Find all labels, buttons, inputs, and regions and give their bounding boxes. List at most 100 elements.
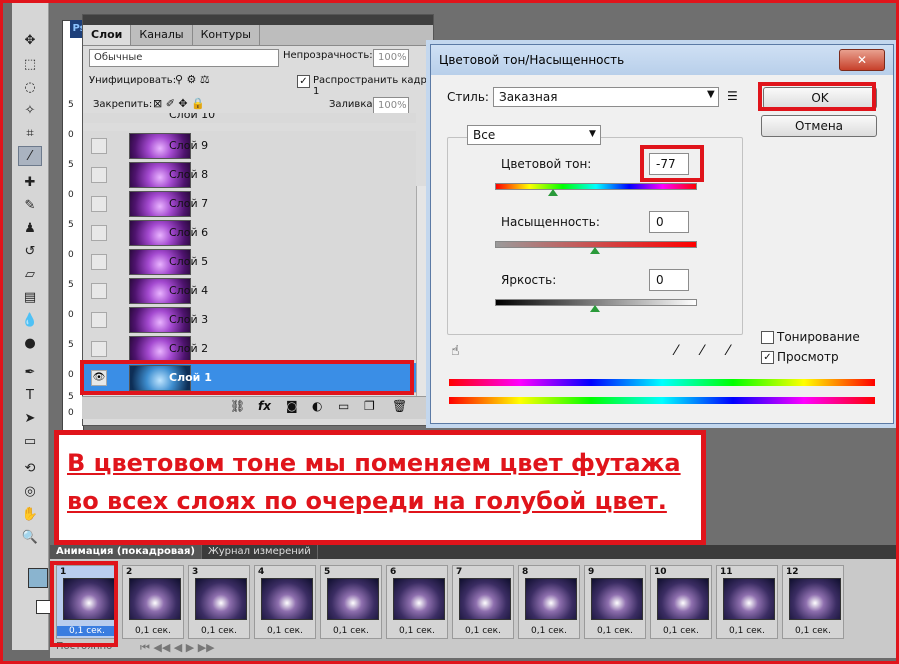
style-select[interactable]: Заказная <box>493 87 719 107</box>
preview-checkbox[interactable]: ✓ <box>761 351 774 364</box>
layer-row[interactable]: Слой 8 <box>83 160 416 190</box>
visibility-toggle[interactable] <box>91 138 107 154</box>
frame-duration[interactable]: 0,1 сек. <box>255 626 315 636</box>
layer-row-active[interactable]: 👁 Слой 1 <box>83 363 416 393</box>
frame-duration[interactable]: 0,1 сек. <box>453 626 513 636</box>
frame-duration[interactable]: 0,1 сек. <box>321 626 381 636</box>
lock-icons[interactable]: ⊠ ✐ ✥ 🔒 <box>153 97 205 110</box>
layer-row[interactable]: Слой 10 <box>83 113 416 123</box>
saturation-slider-thumb[interactable] <box>590 247 600 254</box>
tab-channels[interactable]: Каналы <box>131 25 193 45</box>
link-icon[interactable]: ⛓ <box>230 399 245 413</box>
stamp-tool-icon[interactable]: ♟ <box>18 218 42 238</box>
shape-tool-icon[interactable]: ▭ <box>18 431 42 451</box>
animation-frame[interactable]: 11 0,1 сек. <box>716 565 778 639</box>
playback-controls[interactable]: ⏮ ◀◀ ◀ ▶ ▶▶ <box>140 641 215 655</box>
animation-frame[interactable]: 12 0,1 сек. <box>782 565 844 639</box>
hue-slider-track[interactable] <box>495 183 697 190</box>
layer-row[interactable]: Слой 5 <box>83 247 416 277</box>
visibility-toggle[interactable] <box>91 312 107 328</box>
frame-duration[interactable]: 0,1 сек. <box>189 626 249 636</box>
magic-wand-tool-icon[interactable]: ✧ <box>18 100 42 120</box>
layer-row[interactable]: Слой 9 <box>83 131 416 161</box>
eraser-tool-icon[interactable]: ▱ <box>18 264 42 284</box>
history-brush-tool-icon[interactable]: ↺ <box>18 241 42 261</box>
visibility-toggle[interactable] <box>91 283 107 299</box>
layer-row[interactable]: Слой 3 <box>83 305 416 335</box>
layer-row[interactable]: Слой 2 <box>83 334 416 364</box>
adjustment-icon[interactable]: ◐ <box>312 399 322 413</box>
crop-tool-icon[interactable]: ⌗ <box>18 123 42 143</box>
tab-paths[interactable]: Контуры <box>193 25 260 45</box>
hue-input[interactable]: -77 <box>649 153 689 175</box>
layer-row[interactable]: Слой 4 <box>83 276 416 306</box>
eyedropper-icon[interactable]: ⁄ <box>675 343 677 359</box>
tab-measurement-log[interactable]: Журнал измерений <box>202 545 318 559</box>
animation-frame[interactable]: 3 0,1 сек. <box>188 565 250 639</box>
frame-duration[interactable]: 0,1 сек. <box>717 626 777 636</box>
close-icon[interactable]: ✕ <box>839 49 885 71</box>
eye-icon[interactable]: 👁 <box>91 370 107 386</box>
preset-options-icon[interactable]: ☰ <box>727 89 738 103</box>
blend-mode-select[interactable]: Обычные <box>89 49 279 67</box>
path-selection-tool-icon[interactable]: ➤ <box>18 408 42 428</box>
eyedropper-plus-icon[interactable]: ⁄ <box>701 343 703 359</box>
fx-icon[interactable]: fx <box>258 399 271 413</box>
colorize-checkbox[interactable] <box>761 331 774 344</box>
lasso-tool-icon[interactable]: ◌ <box>18 77 42 97</box>
layer-row[interactable]: Слой 7 <box>83 189 416 219</box>
dodge-tool-icon[interactable]: ● <box>18 333 42 353</box>
frame-duration[interactable]: 0,1 сек. <box>783 626 843 636</box>
foreground-color-swatch[interactable] <box>28 568 48 588</box>
saturation-input[interactable]: 0 <box>649 211 689 233</box>
animation-frame[interactable]: 1 0,1 сек. <box>56 565 118 639</box>
3d-rotate-tool-icon[interactable]: ⟲ <box>18 458 42 478</box>
propagate-frame-checkbox[interactable]: ✓ <box>297 75 310 88</box>
frame-duration[interactable]: 0,1 сек. <box>585 626 645 636</box>
loop-select[interactable]: Постоянно <box>56 641 112 652</box>
lightness-slider-thumb[interactable] <box>590 305 600 312</box>
animation-frame[interactable]: 7 0,1 сек. <box>452 565 514 639</box>
frame-duration[interactable]: 0,1 сек. <box>651 626 711 636</box>
visibility-toggle[interactable] <box>91 341 107 357</box>
animation-frame[interactable]: 10 0,1 сек. <box>650 565 712 639</box>
animation-frame[interactable]: 8 0,1 сек. <box>518 565 580 639</box>
move-tool-icon[interactable]: ✥ <box>18 30 42 50</box>
frame-duration[interactable]: 0,1 сек. <box>57 626 117 636</box>
unify-icons[interactable]: ⚲ ⚙ ⚖ <box>175 73 210 86</box>
visibility-toggle[interactable] <box>91 225 107 241</box>
opacity-field[interactable]: 100% <box>373 49 409 67</box>
frame-duration[interactable]: 0,1 сек. <box>387 626 447 636</box>
eyedropper-tool-icon[interactable]: ⁄ <box>18 146 42 166</box>
targeted-adjustment-icon[interactable]: ☝ <box>451 343 460 359</box>
visibility-toggle[interactable] <box>91 254 107 270</box>
hand-tool-icon[interactable]: ✋ <box>18 504 42 524</box>
gradient-tool-icon[interactable]: ▤ <box>18 287 42 307</box>
ok-button[interactable]: OK <box>763 87 877 109</box>
animation-frame[interactable]: 5 0,1 сек. <box>320 565 382 639</box>
hue-slider-thumb[interactable] <box>548 189 558 196</box>
new-layer-icon[interactable]: ❐ <box>364 399 375 413</box>
animation-frame[interactable]: 4 0,1 сек. <box>254 565 316 639</box>
visibility-toggle[interactable] <box>91 196 107 212</box>
eyedropper-minus-icon[interactable]: ⁄ <box>727 343 729 359</box>
channel-select[interactable]: Все <box>467 125 601 145</box>
tab-animation[interactable]: Анимация (покадровая) <box>50 545 202 559</box>
animation-frame[interactable]: 9 0,1 сек. <box>584 565 646 639</box>
lightness-input[interactable]: 0 <box>649 269 689 291</box>
type-tool-icon[interactable]: T <box>18 385 42 405</box>
mask-icon[interactable]: ◙ <box>286 399 298 413</box>
pen-tool-icon[interactable]: ✒ <box>18 362 42 382</box>
visibility-toggle[interactable] <box>91 167 107 183</box>
zoom-tool-icon[interactable]: 🔍 <box>18 527 42 547</box>
layer-row[interactable]: Слой 6 <box>83 218 416 248</box>
cancel-button[interactable]: Отмена <box>761 115 877 137</box>
frame-duration[interactable]: 0,1 сек. <box>519 626 579 636</box>
trash-icon[interactable]: 🗑 <box>392 399 407 413</box>
marquee-tool-icon[interactable]: ⬚ <box>18 54 42 74</box>
brush-tool-icon[interactable]: ✎ <box>18 195 42 215</box>
layers-scrollbar[interactable] <box>416 186 431 396</box>
animation-frame[interactable]: 2 0,1 сек. <box>122 565 184 639</box>
animation-frame[interactable]: 6 0,1 сек. <box>386 565 448 639</box>
3d-orbit-tool-icon[interactable]: ◎ <box>18 481 42 501</box>
